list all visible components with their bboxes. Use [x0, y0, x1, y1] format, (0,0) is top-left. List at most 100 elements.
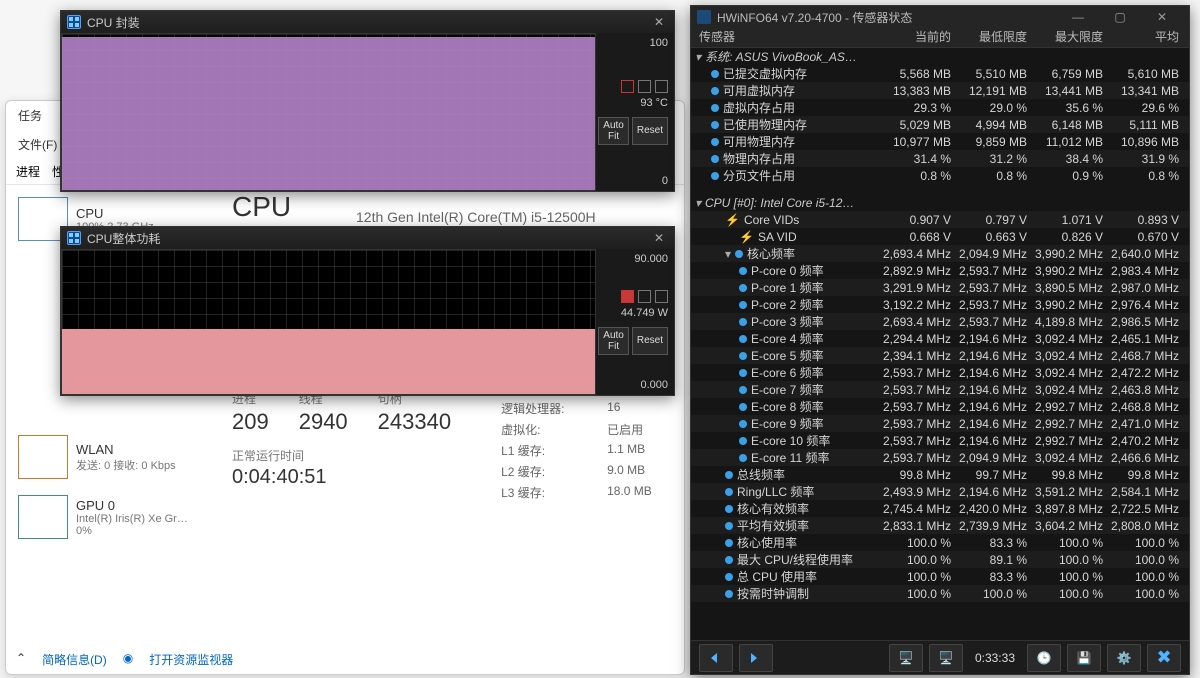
- sensor-value: 3,092.4 MHz: [1033, 332, 1109, 346]
- sensor-name: 可用物理内存: [723, 135, 795, 149]
- cpu-temp-graph-window[interactable]: CPU 封装 ✕ 100 93 °C Auto FitReset 0: [60, 10, 675, 192]
- sidebar-item-wlan[interactable]: WLAN发送: 0 接收: 0 Kbps: [14, 431, 208, 483]
- sensor-row[interactable]: 平均有效频率2,833.1 MHz2,739.9 MHz3,604.2 MHz2…: [691, 517, 1189, 534]
- sensor-row[interactable]: P-core 3 频率2,693.4 MHz2,593.7 MHz4,189.8…: [691, 313, 1189, 330]
- open-resource-monitor-link[interactable]: 打开资源监视器: [149, 651, 233, 668]
- hdr-current[interactable]: 当前的: [881, 28, 957, 47]
- sensor-name: E-core 6 频率: [751, 366, 824, 380]
- sensor-value: 0.797 V: [957, 213, 1033, 227]
- hdr-avg[interactable]: 平均: [1109, 28, 1185, 47]
- sensor-dot-icon: [739, 284, 747, 292]
- cpu-power-graph-window[interactable]: CPU整体功耗 ✕ 90.000 44.749 W Auto FitReset …: [60, 226, 675, 396]
- sensor-row[interactable]: ▾系统: ASUS VivoBook_AS…: [691, 48, 1189, 65]
- simple-info-link[interactable]: 简略信息(D): [42, 651, 107, 668]
- minimize-icon[interactable]: —: [1057, 10, 1099, 24]
- autofit-button[interactable]: Auto Fit: [598, 117, 629, 145]
- sensor-dot-icon: [711, 155, 719, 163]
- sensor-value: 100.0 %: [881, 553, 957, 567]
- maximize-icon[interactable]: ▢: [1099, 10, 1141, 24]
- sensor-row[interactable]: ⚡SA VID0.668 V0.663 V0.826 V0.670 V: [691, 228, 1189, 245]
- hdr-min[interactable]: 最低限度: [957, 28, 1033, 47]
- sensor-row[interactable]: 按需时钟调制100.0 %100.0 %100.0 %100.0 %: [691, 585, 1189, 602]
- sensor-row[interactable]: 已提交虚拟内存5,568 MB5,510 MB6,759 MB5,610 MB: [691, 65, 1189, 82]
- sensor-value: 3,990.2 MHz: [1033, 264, 1109, 278]
- sensor-row[interactable]: E-core 4 频率2,294.4 MHz2,194.6 MHz3,092.4…: [691, 330, 1189, 347]
- sensor-value: 2,976.4 MHz: [1109, 298, 1185, 312]
- sensor-row[interactable]: 已使用物理内存5,029 MB4,994 MB6,148 MB5,111 MB: [691, 116, 1189, 133]
- sensor-row[interactable]: Ring/LLC 频率2,493.9 MHz2,194.6 MHz3,591.2…: [691, 483, 1189, 500]
- sensor-row[interactable]: 总线频率99.8 MHz99.7 MHz99.8 MHz99.8 MHz: [691, 466, 1189, 483]
- sensor-dot-icon: [739, 301, 747, 309]
- sensor-row[interactable]: P-core 1 频率3,291.9 MHz2,593.7 MHz3,890.5…: [691, 279, 1189, 296]
- sidebar-item-gpu[interactable]: GPU 0Intel(R) Iris(R) Xe Gr…0%: [14, 491, 208, 543]
- sensor-row[interactable]: 最大 CPU/线程使用率100.0 %89.1 %100.0 %100.0 %: [691, 551, 1189, 568]
- tab-processes[interactable]: 进程: [16, 163, 40, 180]
- hdr-sensor[interactable]: 传感器: [691, 28, 881, 47]
- wlan-mini-sub: 发送: 0 接收: 0 Kbps: [76, 457, 176, 473]
- hdr-max[interactable]: 最大限度: [1033, 28, 1109, 47]
- sensor-row[interactable]: E-core 8 频率2,593.7 MHz2,194.6 MHz2,992.7…: [691, 398, 1189, 415]
- expand-icon[interactable]: ▾: [695, 196, 705, 210]
- sensor-value: 10,977 MB: [881, 135, 957, 149]
- sensor-row[interactable]: E-core 10 频率2,593.7 MHz2,194.6 MHz2,992.…: [691, 432, 1189, 449]
- sensor-value: 4,189.8 MHz: [1033, 315, 1109, 329]
- sensor-row[interactable]: 核心使用率100.0 %83.3 %100.0 %100.0 %: [691, 534, 1189, 551]
- sensor-value: 3,291.9 MHz: [881, 281, 957, 295]
- sensor-dot-icon: [711, 70, 719, 78]
- sensor-row[interactable]: ⚡Core VIDs0.907 V0.797 V1.071 V0.893 V: [691, 211, 1189, 228]
- chevron-up-icon[interactable]: ⌃: [16, 651, 26, 668]
- sensor-value: 12,191 MB: [957, 84, 1033, 98]
- sensor-row[interactable]: P-core 0 频率2,892.9 MHz2,593.7 MHz3,990.2…: [691, 262, 1189, 279]
- close-icon[interactable]: ✕: [650, 15, 668, 29]
- task-title-prefix: 任务: [18, 107, 54, 124]
- color-swatches[interactable]: [621, 80, 668, 93]
- close-icon[interactable]: ✕: [650, 231, 668, 245]
- hwinfo-app-icon: [697, 10, 711, 24]
- sensor-row[interactable]: E-core 11 频率2,593.7 MHz2,094.9 MHz3,092.…: [691, 449, 1189, 466]
- clock-icon[interactable]: 🕒: [1027, 644, 1061, 672]
- sensor-row[interactable]: E-core 6 频率2,593.7 MHz2,194.6 MHz3,092.4…: [691, 364, 1189, 381]
- graph1-title: CPU 封装: [87, 14, 140, 31]
- settings-icon[interactable]: ⚙️: [1107, 644, 1141, 672]
- hwinfo-window[interactable]: HWiNFO64 v7.20-4700 - 传感器状态 — ▢ ✕ 传感器 当前…: [690, 5, 1190, 675]
- wlan-thumb-icon: [18, 435, 68, 479]
- sensor-dot-icon: [739, 369, 747, 377]
- sensor-row[interactable]: E-core 7 频率2,593.7 MHz2,194.6 MHz3,092.4…: [691, 381, 1189, 398]
- save-icon[interactable]: 💾: [1067, 644, 1101, 672]
- sensor-row[interactable]: P-core 2 频率3,192.2 MHz2,593.7 MHz3,990.2…: [691, 296, 1189, 313]
- next-icon[interactable]: [739, 644, 773, 672]
- sensor-name: 物理内存占用: [723, 152, 795, 166]
- monitor1-icon[interactable]: 🖥️: [889, 644, 923, 672]
- sensor-row[interactable]: ▾核心频率2,693.4 MHz2,094.9 MHz3,990.2 MHz2,…: [691, 245, 1189, 262]
- autofit-button[interactable]: Auto Fit: [598, 327, 629, 355]
- sensor-row[interactable]: 总 CPU 使用率100.0 %83.3 %100.0 %100.0 %: [691, 568, 1189, 585]
- proc-value: 209: [232, 409, 269, 435]
- sensor-row[interactable]: 物理内存占用31.4 %31.2 %38.4 %31.9 %: [691, 150, 1189, 167]
- gpu-mini-sub: Intel(R) Iris(R) Xe Gr…: [76, 513, 188, 525]
- close-toolbar-icon[interactable]: ✖: [1147, 644, 1181, 672]
- reset-button[interactable]: Reset: [632, 327, 668, 355]
- prev-icon[interactable]: [699, 644, 733, 672]
- sensor-value: 3,897.8 MHz: [1033, 502, 1109, 516]
- sensor-dot-icon: [725, 590, 733, 598]
- expand-icon[interactable]: ▾: [695, 50, 705, 64]
- sensor-row[interactable]: E-core 5 频率2,394.1 MHz2,194.6 MHz3,092.4…: [691, 347, 1189, 364]
- sensor-row[interactable]: 虚拟内存占用29.3 %29.0 %35.6 %29.6 %: [691, 99, 1189, 116]
- sensor-row[interactable]: 核心有效频率2,745.4 MHz2,420.0 MHz3,897.8 MHz2…: [691, 500, 1189, 517]
- sensor-name: E-core 4 频率: [751, 332, 824, 346]
- sensor-row[interactable]: 分页文件占用0.8 %0.8 %0.9 %0.8 %: [691, 167, 1189, 184]
- sensor-row[interactable]: 可用物理内存10,977 MB9,859 MB11,012 MB10,896 M…: [691, 133, 1189, 150]
- monitor2-icon[interactable]: 🖥️: [929, 644, 963, 672]
- sensor-row[interactable]: 可用虚拟内存13,383 MB12,191 MB13,441 MB13,341 …: [691, 82, 1189, 99]
- sensor-dot-icon: [739, 420, 747, 428]
- close-icon[interactable]: ✕: [1141, 10, 1183, 24]
- sensor-row[interactable]: E-core 9 频率2,593.7 MHz2,194.6 MHz2,992.7…: [691, 415, 1189, 432]
- sensor-value: 2,722.5 MHz: [1109, 502, 1185, 516]
- sensor-row[interactable]: ▾CPU [#0]: Intel Core i5-12…: [691, 194, 1189, 211]
- sensor-value: 3,092.4 MHz: [1033, 451, 1109, 465]
- expand-icon[interactable]: ▾: [725, 247, 735, 261]
- color-swatches[interactable]: [621, 290, 668, 303]
- sensor-value: 100.0 %: [1109, 570, 1185, 584]
- sensor-rows[interactable]: ▾系统: ASUS VivoBook_AS…已提交虚拟内存5,568 MB5,5…: [691, 48, 1189, 640]
- reset-button[interactable]: Reset: [632, 117, 668, 145]
